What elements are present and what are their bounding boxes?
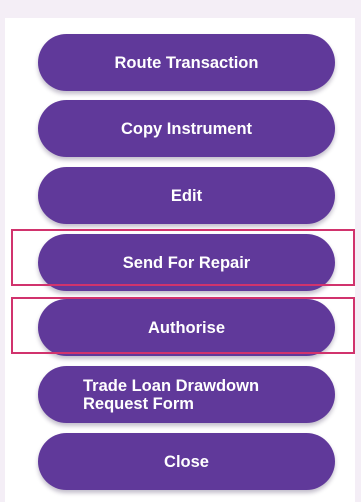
send-for-repair-button[interactable]: Send For Repair bbox=[38, 234, 335, 291]
trade-loan-drawdown-request-form-button[interactable]: Trade Loan Drawdown Request Form bbox=[38, 366, 335, 423]
copy-instrument-button[interactable]: Copy Instrument bbox=[38, 100, 335, 157]
action-panel: Route Transaction Copy Instrument Edit S… bbox=[5, 18, 355, 502]
close-button[interactable]: Close bbox=[38, 433, 335, 490]
authorise-button[interactable]: Authorise bbox=[38, 299, 335, 356]
trade-loan-label-line-2: Request Form bbox=[83, 394, 194, 413]
trade-loan-button-label: Trade Loan Drawdown Request Form bbox=[83, 377, 259, 413]
edit-button[interactable]: Edit bbox=[38, 167, 335, 224]
route-transaction-button[interactable]: Route Transaction bbox=[38, 34, 335, 91]
trade-loan-label-line-1: Trade Loan Drawdown bbox=[83, 376, 260, 395]
